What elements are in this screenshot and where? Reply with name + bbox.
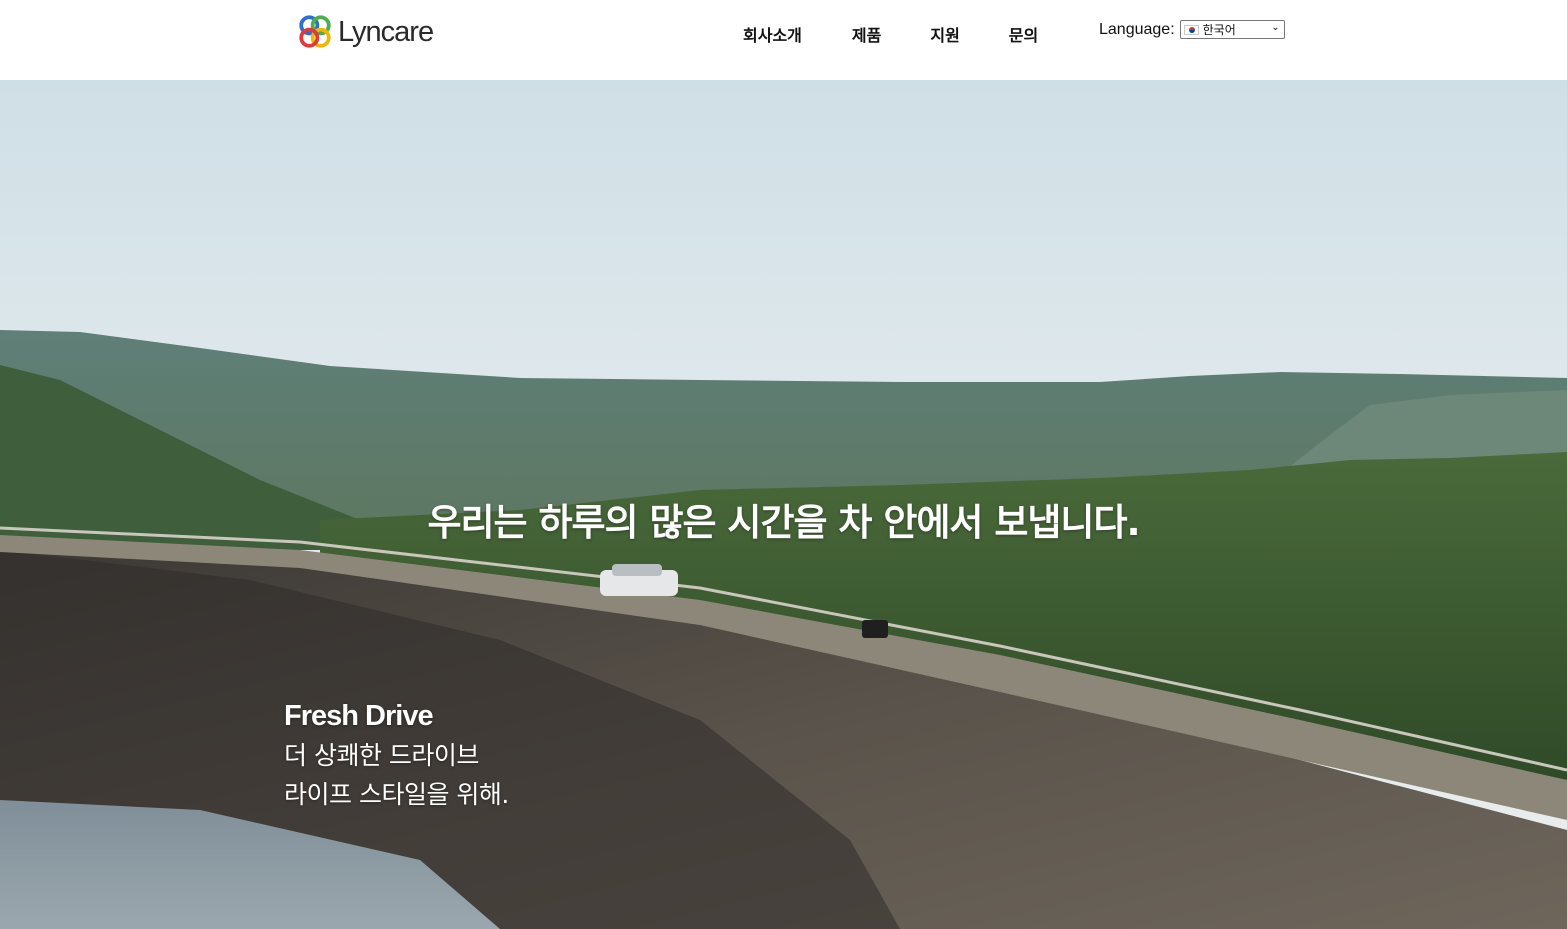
nav-item-support[interactable]: 지원 bbox=[930, 22, 959, 46]
hero-headline: 우리는 하루의 많은 시간을 차 안에서 보냅니다. bbox=[427, 501, 1140, 544]
site-header: Lyncare 회사소개 제품 지원 문의 Language: 한국어 ⌄ bbox=[0, 0, 1567, 80]
chevron-down-icon: ⌄ bbox=[1271, 22, 1280, 33]
main-nav: 회사소개 제품 지원 문의 bbox=[743, 22, 1038, 46]
nav-item-products[interactable]: 제품 bbox=[852, 22, 881, 46]
language-selected-value: 한국어 bbox=[1202, 23, 1236, 37]
language-selector: Language: 한국어 ⌄ bbox=[1099, 20, 1285, 39]
brand-name: Lyncare bbox=[338, 15, 434, 48]
korea-flag-icon bbox=[1183, 24, 1199, 35]
nav-item-contact[interactable]: 문의 bbox=[1009, 22, 1038, 46]
interlinked-rings-icon bbox=[299, 15, 331, 48]
language-label: Language: bbox=[1099, 20, 1175, 38]
hero-sub-title: Fresh Drive bbox=[284, 700, 434, 732]
language-select[interactable]: 한국어 ⌄ bbox=[1179, 20, 1285, 39]
hero-subtext: Fresh Drive 더 상쾌한 드라이브 라이프 스타일을 위해. bbox=[284, 696, 509, 814]
logo[interactable]: Lyncare bbox=[296, 13, 434, 51]
nav-item-about[interactable]: 회사소개 bbox=[743, 22, 802, 46]
hero-section: 우리는 하루의 많은 시간을 차 안에서 보냅니다. Fresh Drive 더… bbox=[0, 80, 1567, 929]
hero-sub-line-1: 더 상쾌한 드라이브 bbox=[284, 741, 479, 770]
hero-sub-line-2: 라이프 스타일을 위해. bbox=[284, 780, 509, 809]
